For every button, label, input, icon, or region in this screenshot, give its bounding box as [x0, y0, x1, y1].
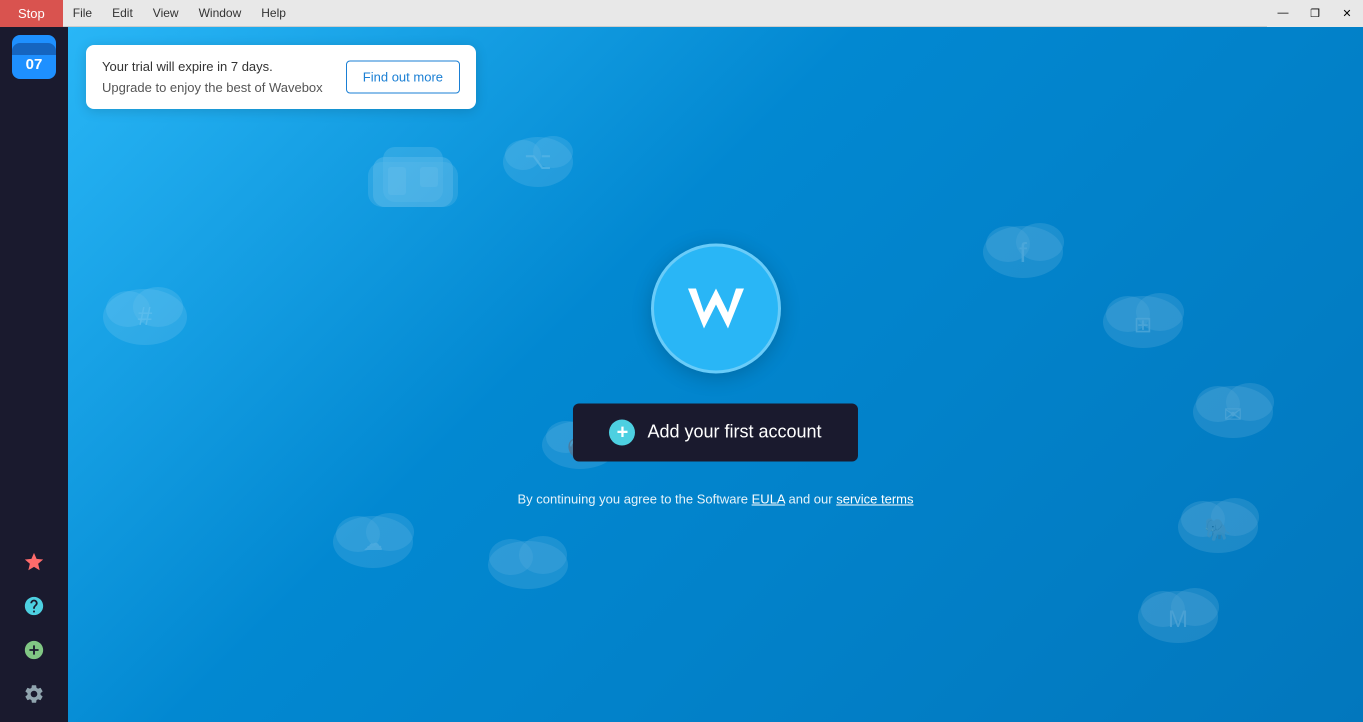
evernote-cloud-icon: 🐘: [1173, 477, 1263, 560]
sidebar: 07: [0, 27, 68, 722]
menu-edit[interactable]: Edit: [102, 0, 143, 27]
find-out-more-button[interactable]: Find out more: [346, 61, 460, 94]
wavebox-logo: [651, 243, 781, 373]
eula-link[interactable]: EULA: [752, 491, 785, 506]
slack-cloud-icon: #: [98, 267, 193, 352]
svg-text:⌥: ⌥: [524, 148, 552, 175]
legal-middle: and our: [785, 491, 836, 506]
menu-view[interactable]: View: [143, 0, 189, 27]
email-cloud-icon: ✉: [1188, 362, 1278, 445]
window-controls: — ❐ ✕: [1267, 0, 1363, 27]
svg-text:☁: ☁: [363, 533, 383, 555]
facebook-cloud-icon: f: [978, 202, 1068, 285]
legal-text: By continuing you agree to the Software …: [517, 491, 913, 506]
office-cloud-icon: ⊞: [1098, 272, 1188, 355]
add-account-label: Add your first account: [647, 422, 821, 443]
svg-text:#: #: [138, 301, 153, 331]
svg-text:🐘: 🐘: [1204, 517, 1231, 542]
menu-window[interactable]: Window: [189, 0, 252, 27]
menu-file[interactable]: File: [63, 0, 102, 27]
sidebar-settings-icon[interactable]: [14, 674, 54, 714]
legal-prefix: By continuing you agree to the Software: [517, 491, 751, 506]
menu-bar: File Edit View Window Help: [63, 0, 296, 27]
sidebar-help-icon[interactable]: [14, 586, 54, 626]
github-cloud-icon: ⌥: [498, 117, 578, 197]
app-container: 07 Your trial will expire: [0, 27, 1363, 722]
title-bar-left: Stop File Edit View Window Help: [0, 0, 296, 27]
maximize-button[interactable]: ❐: [1299, 0, 1331, 27]
trello-cloud-icon: [368, 137, 458, 217]
add-first-account-button[interactable]: + Add your first account: [573, 403, 857, 461]
close-button[interactable]: ✕: [1331, 0, 1363, 27]
calendar-icon[interactable]: 07: [12, 35, 56, 79]
main-content: Your trial will expire in 7 days. Upgrad…: [68, 27, 1363, 722]
sidebar-favorites-icon[interactable]: [14, 542, 54, 582]
center-content: + Add your first account By continuing y…: [517, 243, 913, 506]
title-bar: Stop File Edit View Window Help — ❐ ✕: [0, 0, 1363, 27]
svg-text:⊞: ⊞: [1134, 312, 1152, 337]
calendar-header: [12, 43, 56, 55]
svg-text:M: M: [1168, 606, 1188, 633]
menu-help[interactable]: Help: [251, 0, 296, 27]
generic-cloud-icon: [483, 517, 573, 597]
minimize-button[interactable]: —: [1267, 0, 1299, 27]
stop-button[interactable]: Stop: [0, 0, 63, 27]
add-account-plus-icon: +: [609, 419, 635, 445]
svg-text:f: f: [1019, 237, 1027, 268]
calendar-day: 07: [26, 57, 43, 72]
trial-banner: Your trial will expire in 7 days. Upgrad…: [86, 45, 476, 109]
svg-text:✉: ✉: [1224, 402, 1242, 427]
service-terms-link[interactable]: service terms: [836, 491, 913, 506]
gmail-cloud-icon: M: [1133, 567, 1223, 650]
salesforce-cloud-icon: ☁: [328, 492, 418, 575]
sidebar-add-icon[interactable]: [14, 630, 54, 670]
